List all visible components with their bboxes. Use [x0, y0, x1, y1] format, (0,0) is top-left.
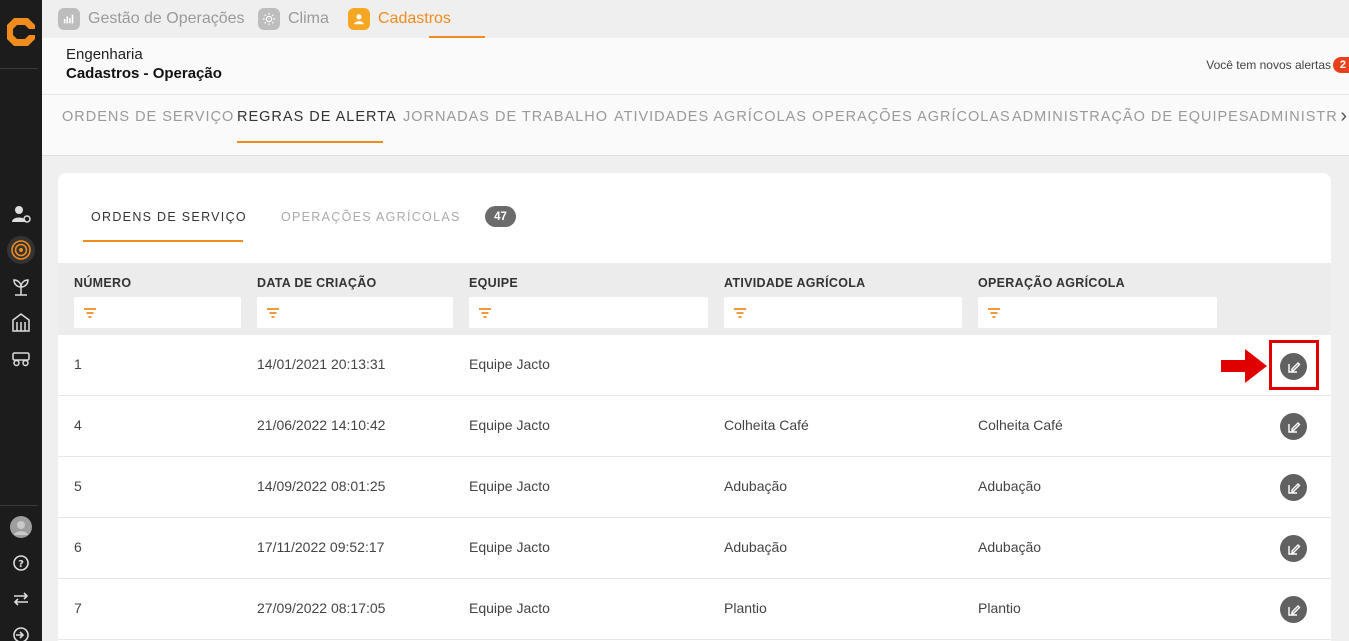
edit-icon — [1287, 421, 1300, 433]
cell-operacao: Colheita Café — [978, 417, 1063, 433]
module-bar: Gestão de Operações Clima Cadastros — [42, 0, 1349, 38]
cell-data: 17/11/2022 09:52:17 — [257, 539, 385, 555]
table-row[interactable]: 4 21/06/2022 14:10:42 Equipe Jacto Colhe… — [58, 396, 1331, 457]
tab-regras-de-alerta[interactable]: REGRAS DE ALERTA — [237, 109, 397, 125]
column-header-data-criacao[interactable]: DATA DE CRIAÇÃO — [257, 276, 377, 290]
filter-operacao-input[interactable] — [978, 297, 1217, 328]
red-arrow-annotation — [1221, 349, 1267, 383]
cell-equipe: Equipe Jacto — [469, 356, 550, 372]
column-header-operacao[interactable]: OPERAÇÃO AGRÍCOLA — [978, 276, 1125, 290]
tab-administracao-truncated[interactable]: ADMINISTR — [1249, 109, 1338, 125]
user-icon — [348, 8, 370, 30]
page-title: Cadastros - Operação — [66, 65, 222, 82]
edit-icon — [1287, 543, 1300, 555]
subtab-operacoes-agricolas[interactable]: OPERAÇÕES AGRÍCOLAS — [281, 210, 461, 224]
cell-atividade: Plantio — [724, 600, 767, 616]
filter-numero-input[interactable] — [74, 297, 241, 328]
tab-atividades-agricolas[interactable]: ATIVIDADES AGRÍCOLAS — [614, 109, 807, 125]
column-header-equipe[interactable]: EQUIPE — [469, 276, 518, 290]
module-gestao-operacoes[interactable]: Gestão de Operações — [58, 0, 245, 38]
filter-icon — [267, 308, 279, 318]
column-header-atividade[interactable]: ATIVIDADE AGRÍCOLA — [724, 276, 866, 290]
page-header: Engenharia Cadastros - Operação Você tem… — [42, 38, 1349, 94]
logout-icon[interactable] — [7, 621, 35, 641]
edit-button[interactable] — [1280, 596, 1307, 623]
highlight-box-annotation — [1269, 340, 1319, 390]
table-row[interactable]: 7 27/09/2022 08:17:05 Equipe Jacto Plant… — [58, 579, 1331, 640]
count-badge: 47 — [485, 206, 516, 227]
plant-icon[interactable] — [7, 272, 35, 300]
cell-operacao: Adubação — [978, 478, 1042, 494]
edit-button[interactable] — [1280, 535, 1307, 562]
cell-data: 21/06/2022 14:10:42 — [257, 417, 386, 433]
switch-icon[interactable] — [7, 585, 35, 613]
module-label: Gestão de Operações — [88, 10, 245, 27]
subtab-ordens-de-servico[interactable]: ORDENS DE SERVIÇO — [91, 210, 247, 224]
cell-data: 27/09/2022 08:17:05 — [257, 600, 386, 616]
filter-icon — [479, 308, 491, 318]
cell-atividade: Adubação — [724, 478, 788, 494]
cell-atividade: Colheita Café — [724, 417, 809, 433]
edit-icon — [1287, 482, 1300, 494]
tab-administracao-de-equipes[interactable]: ADMINISTRAÇÃO DE EQUIPES — [1012, 109, 1250, 125]
filter-icon — [988, 308, 1000, 318]
content-card: ORDENS DE SERVIÇO OPERAÇÕES AGRÍCOLAS 47… — [58, 173, 1331, 641]
edit-icon — [1287, 604, 1300, 616]
module-label: Clima — [288, 10, 329, 27]
cell-numero: 6 — [74, 539, 82, 555]
sidebar: ? — [0, 0, 42, 641]
main-tabs: ORDENS DE SERVIÇO REGRAS DE ALERTA JORNA… — [42, 94, 1349, 156]
cell-data: 14/09/2022 08:01:25 — [257, 478, 386, 494]
tab-operacoes-agricolas[interactable]: OPERAÇÕES AGRÍCOLAS — [812, 109, 1011, 125]
subtab-active-indicator — [83, 240, 243, 242]
edit-button[interactable] — [1280, 474, 1307, 501]
alerts-count-badge[interactable]: 2 — [1333, 57, 1349, 73]
app-logo[interactable] — [6, 16, 36, 48]
sun-icon — [258, 8, 280, 30]
svg-text:?: ? — [18, 559, 24, 570]
user-settings-icon[interactable] — [7, 200, 35, 228]
cell-equipe: Equipe Jacto — [469, 600, 550, 616]
tab-jornadas-de-trabalho[interactable]: JORNADAS DE TRABALHO — [403, 109, 608, 125]
avatar[interactable] — [7, 513, 35, 541]
cell-numero: 5 — [74, 478, 82, 494]
cell-operacao: Adubação — [978, 539, 1042, 555]
cell-equipe: Equipe Jacto — [469, 478, 550, 494]
cell-numero: 4 — [74, 417, 82, 433]
filter-icon — [84, 308, 96, 318]
edit-button[interactable] — [1280, 413, 1307, 440]
cell-data: 14/01/2021 20:13:31 — [257, 356, 386, 372]
table-row[interactable]: 1 14/01/2021 20:13:31 Equipe Jacto — [58, 335, 1331, 396]
column-header-numero[interactable]: NÚMERO — [74, 276, 131, 290]
sidebar-divider — [0, 68, 38, 69]
filter-atividade-input[interactable] — [724, 297, 962, 328]
chart-icon — [58, 8, 80, 30]
table-header: NÚMERO DATA DE CRIAÇÃO EQUIPE ATIVIDADE … — [58, 263, 1331, 335]
table-row[interactable]: 6 17/11/2022 09:52:17 Equipe Jacto Aduba… — [58, 518, 1331, 579]
cell-operacao: Plantio — [978, 600, 1021, 616]
cell-equipe: Equipe Jacto — [469, 417, 550, 433]
filter-data-input[interactable] — [257, 297, 453, 328]
filter-equipe-input[interactable] — [469, 297, 708, 328]
chevron-right-icon[interactable]: › — [1338, 105, 1349, 128]
breadcrumb: Engenharia — [66, 46, 143, 63]
filter-icon — [734, 308, 746, 318]
module-clima[interactable]: Clima — [258, 0, 329, 38]
table-row[interactable]: 5 14/09/2022 08:01:25 Equipe Jacto Aduba… — [58, 457, 1331, 518]
alerts-link[interactable]: Você tem novos alertas — [1206, 58, 1331, 72]
cell-numero: 7 — [74, 600, 82, 616]
tractor-icon[interactable] — [7, 344, 35, 372]
tab-ordens-de-servico[interactable]: ORDENS DE SERVIÇO — [62, 109, 234, 125]
tab-active-indicator — [237, 141, 383, 143]
target-icon[interactable] — [7, 236, 35, 264]
silo-icon[interactable] — [7, 308, 35, 336]
module-label: Cadastros — [378, 10, 451, 27]
sidebar-divider — [0, 505, 38, 506]
cell-numero: 1 — [74, 356, 82, 372]
cell-equipe: Equipe Jacto — [469, 539, 550, 555]
module-cadastros[interactable]: Cadastros — [348, 0, 451, 38]
help-icon[interactable]: ? — [7, 549, 35, 577]
cell-atividade: Adubação — [724, 539, 788, 555]
